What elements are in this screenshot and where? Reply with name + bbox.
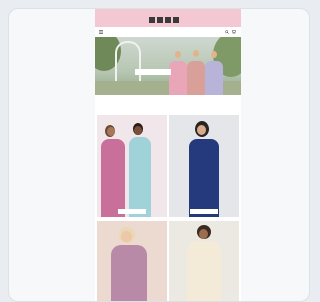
cart-icon[interactable] xyxy=(232,30,236,34)
hero-banner[interactable] xyxy=(95,37,241,95)
model-face xyxy=(107,127,115,136)
hero-model-pink-dress xyxy=(169,61,187,95)
hero-model-head xyxy=(175,51,181,58)
model-face xyxy=(199,229,208,239)
product-tile[interactable] xyxy=(169,115,239,217)
website-preview xyxy=(95,9,241,301)
dress-champagne xyxy=(187,241,221,301)
menu-icon[interactable] xyxy=(99,30,103,34)
product-tile[interactable] xyxy=(97,221,167,301)
countdown-seconds xyxy=(173,17,179,23)
countdown-hours xyxy=(157,17,163,23)
preview-card xyxy=(8,8,310,302)
hero-model-blush-dress xyxy=(187,61,205,95)
countdown-minutes xyxy=(165,17,171,23)
model-face xyxy=(134,126,142,135)
tile-shop-button[interactable] xyxy=(118,209,146,214)
model-face xyxy=(197,125,206,135)
countdown-days xyxy=(149,17,155,23)
dress-mauve xyxy=(111,245,147,301)
hero-model-head xyxy=(211,51,217,58)
product-tile[interactable] xyxy=(169,221,239,301)
promo-banner[interactable] xyxy=(95,9,241,27)
tile-shop-button[interactable] xyxy=(190,209,218,214)
hero-model-lavender-dress xyxy=(205,61,223,95)
product-tile[interactable] xyxy=(97,115,167,217)
hero-model-head xyxy=(193,50,199,57)
dress-navy xyxy=(189,139,219,217)
hero-cta-button[interactable] xyxy=(135,69,171,75)
search-icon[interactable] xyxy=(225,30,229,34)
model-face xyxy=(121,231,132,242)
dress-orchid xyxy=(101,139,125,217)
dress-aqua xyxy=(129,137,151,217)
